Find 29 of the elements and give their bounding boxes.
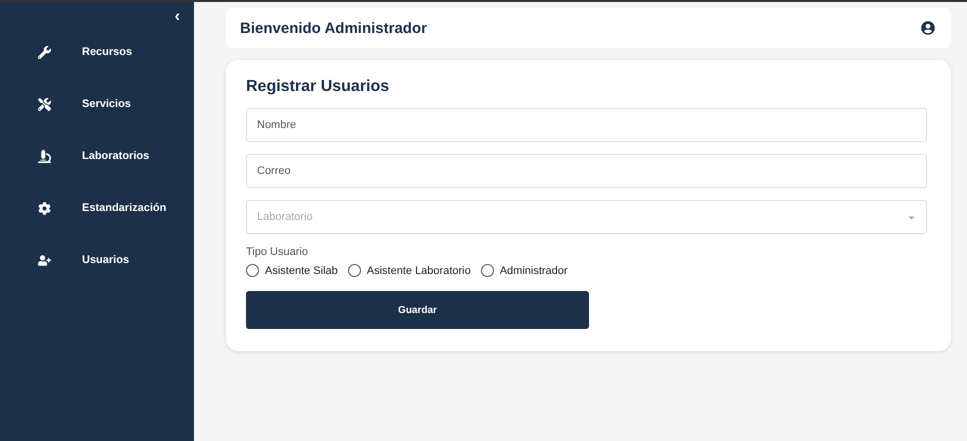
collapse-button[interactable]: ‹ [170, 8, 184, 26]
save-button[interactable]: Guardar [246, 291, 589, 329]
form-title: Registrar Usuarios [246, 78, 390, 96]
wrench-icon [38, 46, 51, 58]
sidebar-label: Estandarización [82, 202, 166, 214]
input-field[interactable]: Nombre [246, 108, 927, 142]
sidebar-label: Servicios [82, 98, 131, 110]
radio-circle[interactable] [246, 264, 259, 277]
sidebar-item[interactable]: Recursos [0, 26, 194, 78]
radio-option[interactable]: Asistente Laboratorio [348, 264, 471, 277]
sidebar-item[interactable]: Usuarios [0, 234, 194, 286]
radio-option[interactable]: Asistente Silab [246, 264, 338, 277]
input-field[interactable]: Correo [246, 154, 927, 188]
gear-icon [38, 202, 51, 214]
radio-option[interactable]: Administrador [480, 264, 568, 277]
sidebar-item[interactable]: Servicios [0, 78, 194, 130]
sidebar-label: Usuarios [82, 254, 130, 266]
tools-icon [38, 98, 51, 110]
welcome-title: Bienvenido Administrador [240, 20, 427, 36]
user-plus-icon [38, 254, 51, 266]
sidebar-item[interactable]: Estandarización [0, 182, 194, 234]
radio-circle[interactable] [480, 264, 494, 277]
sidebar-label: Recursos [82, 46, 132, 58]
radio-group-label: Tipo Usuario [246, 246, 309, 258]
radio-circle[interactable] [348, 264, 361, 277]
microscope-icon [38, 150, 51, 162]
sidebar-item[interactable]: Laboratorios [0, 130, 194, 182]
user-icon[interactable] [921, 21, 935, 35]
sidebar-label: Laboratorios [82, 150, 150, 162]
